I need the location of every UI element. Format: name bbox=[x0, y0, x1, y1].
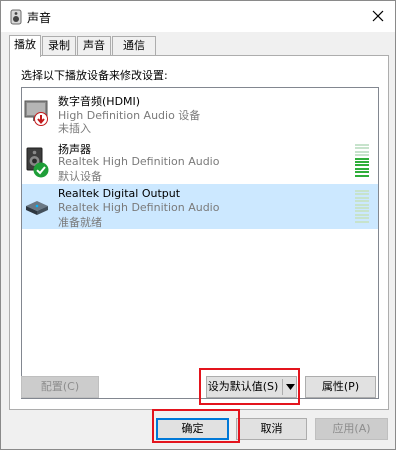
close-button[interactable] bbox=[361, 1, 395, 31]
device-status: 准备就绪 bbox=[58, 216, 102, 229]
level-segment bbox=[355, 196, 369, 199]
level-segment bbox=[355, 207, 369, 209]
level-segment bbox=[355, 213, 369, 216]
level-segment bbox=[355, 161, 369, 163]
level-segment bbox=[355, 203, 369, 206]
cancel-button[interactable]: 取消 bbox=[236, 418, 307, 440]
apply-button[interactable]: 应用(A) bbox=[315, 418, 388, 440]
tab-communications[interactable]: 通信 bbox=[112, 36, 156, 56]
device-list[interactable]: 数字音频(HDMI) High Definition Audio 设备 未插入 … bbox=[21, 87, 379, 399]
level-segment bbox=[355, 220, 369, 223]
device-status: 未插入 bbox=[58, 122, 91, 135]
volume-level-meter bbox=[355, 144, 369, 178]
device-driver: Realtek High Definition Audio bbox=[58, 155, 220, 168]
level-segment bbox=[355, 164, 369, 167]
dropdown-arrow-icon bbox=[285, 384, 295, 390]
configure-button[interactable]: 配置(C) bbox=[21, 376, 99, 398]
tab-playback[interactable]: 播放 bbox=[9, 35, 41, 57]
title-bar: 声音 bbox=[1, 1, 395, 32]
properties-button[interactable]: 属性(P) bbox=[305, 376, 376, 398]
set-default-label: 设为默认值(S) bbox=[207, 380, 279, 393]
device-item-speakers[interactable]: 扬声器 Realtek High Definition Audio 默认设备 bbox=[22, 138, 378, 183]
digital-output-icon bbox=[26, 201, 48, 215]
sound-dialog: 声音 播放 录制 声音 通信 选择以下播放设备来修改设置: 数字音频(HDMI)… bbox=[0, 0, 396, 450]
tab-recording[interactable]: 录制 bbox=[42, 36, 76, 56]
volume-level-meter bbox=[355, 190, 369, 224]
default-green-check-icon bbox=[33, 162, 49, 178]
level-segment bbox=[355, 217, 369, 220]
level-segment bbox=[355, 174, 369, 177]
device-driver: Realtek High Definition Audio bbox=[58, 201, 220, 214]
split-divider bbox=[282, 379, 283, 395]
speaker-icon bbox=[10, 9, 22, 25]
level-segment bbox=[355, 150, 369, 153]
device-item-digital-output[interactable]: Realtek Digital Output Realtek High Defi… bbox=[22, 184, 378, 229]
unplugged-red-arrow-icon bbox=[34, 112, 48, 126]
level-segment bbox=[355, 210, 369, 213]
device-name: Realtek Digital Output bbox=[58, 187, 181, 200]
level-segment bbox=[355, 157, 369, 160]
instruction-text: 选择以下播放设备来修改设置: bbox=[21, 69, 168, 82]
level-segment bbox=[355, 171, 369, 174]
close-icon bbox=[372, 10, 384, 22]
level-segment bbox=[355, 193, 369, 196]
playback-panel: 选择以下播放设备来修改设置: 数字音频(HDMI) High Definitio… bbox=[9, 55, 389, 410]
window-title: 声音 bbox=[27, 11, 52, 25]
tab-sounds[interactable]: 声音 bbox=[77, 36, 111, 56]
level-segment bbox=[355, 154, 369, 157]
level-segment bbox=[355, 144, 369, 146]
device-item-hdmi[interactable]: 数字音频(HDMI) High Definition Audio 设备 未插入 bbox=[22, 90, 378, 135]
level-segment bbox=[355, 190, 369, 192]
set-default-button[interactable]: 设为默认值(S) bbox=[206, 376, 297, 398]
device-status: 默认设备 bbox=[58, 170, 102, 183]
ok-button[interactable]: 确定 bbox=[156, 418, 229, 440]
level-segment bbox=[355, 200, 369, 203]
level-segment bbox=[355, 147, 369, 150]
set-default-dropdown[interactable] bbox=[284, 377, 296, 397]
level-segment bbox=[355, 167, 369, 170]
